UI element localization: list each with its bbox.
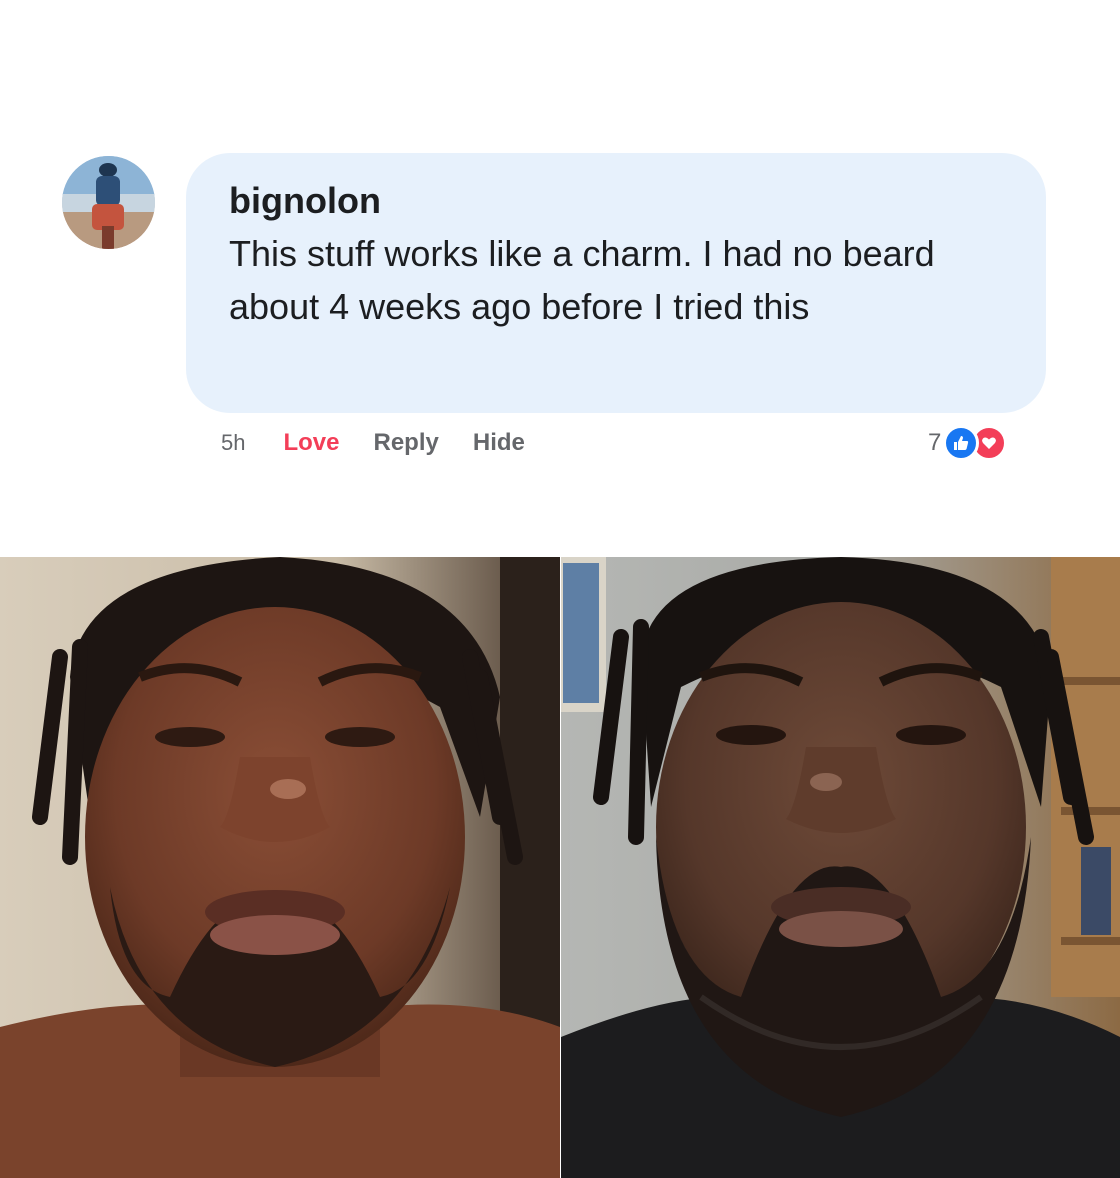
comment-text: This stuff works like a charm. I had no … — [229, 233, 935, 327]
before-face-image — [0, 557, 560, 1178]
after-photo[interactable] — [561, 557, 1120, 1178]
before-photo[interactable] — [0, 557, 560, 1178]
comment-author[interactable]: bignolon — [229, 179, 1004, 223]
after-face-image — [561, 557, 1120, 1178]
comment-screenshot: bignolon This stuff works like a charm. … — [0, 0, 1120, 1178]
love-button[interactable]: Love — [283, 429, 339, 457]
avatar-image — [62, 156, 155, 249]
like-icon — [943, 425, 980, 461]
reaction-count: 7 — [928, 429, 942, 456]
reply-button[interactable]: Reply — [374, 429, 439, 457]
hide-button[interactable]: Hide — [473, 429, 525, 457]
comment-actions: 5h Love Reply Hide — [221, 426, 559, 460]
reaction-summary[interactable]: 7 — [928, 424, 1008, 462]
comment-bubble: bignolon This stuff works like a charm. … — [186, 153, 1046, 413]
avatar[interactable] — [62, 156, 155, 249]
comment-timestamp[interactable]: 5h — [221, 430, 245, 456]
